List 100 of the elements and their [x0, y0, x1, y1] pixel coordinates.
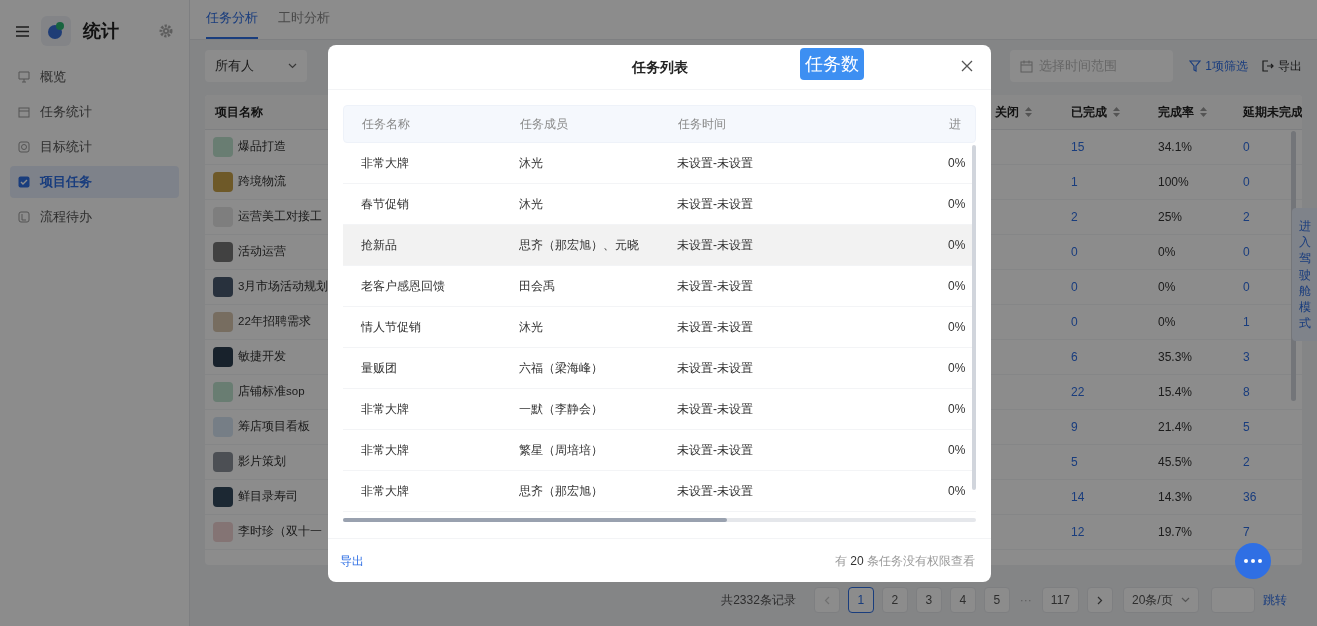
sort-icon[interactable]: [1113, 107, 1120, 117]
table-cell: 未设置-未设置: [677, 443, 753, 457]
next-page-button[interactable]: [1087, 587, 1113, 613]
count-link[interactable]: 0: [1243, 280, 1250, 294]
count-link[interactable]: 0: [1071, 280, 1078, 294]
count-link[interactable]: 14: [1071, 490, 1085, 504]
app-title: 统计: [83, 19, 119, 43]
owner-select[interactable]: 所有人: [205, 50, 307, 82]
project-name[interactable]: 3月市场活动规划: [238, 278, 329, 296]
sidebar-item[interactable]: 概览: [10, 61, 179, 93]
table-cell: 45.5%: [1158, 455, 1193, 469]
sidebar-item[interactable]: 项目任务: [10, 166, 179, 198]
table-cell: 繁星（周培培）: [519, 443, 603, 457]
settings-icon[interactable]: [159, 24, 173, 38]
sort-icon[interactable]: [1025, 107, 1032, 117]
tab[interactable]: 工时分析: [278, 7, 330, 39]
project-thumbnail: [213, 452, 233, 472]
monitor-icon: [18, 71, 30, 83]
table-cell: 沐光: [519, 320, 543, 334]
project-name[interactable]: 活动运营: [238, 243, 286, 261]
count-link[interactable]: 0: [1071, 245, 1078, 259]
count-link[interactable]: 1: [1071, 175, 1078, 189]
count-link[interactable]: 7: [1243, 525, 1250, 539]
count-link[interactable]: 3: [1243, 350, 1250, 364]
sidebar-item[interactable]: 目标统计: [10, 131, 179, 163]
column-header: 延期未完成: [1243, 104, 1302, 121]
page-button[interactable]: 2: [881, 587, 908, 613]
table-cell: 未设置-未设置: [677, 402, 753, 416]
count-link[interactable]: 2: [1243, 210, 1250, 224]
page-button[interactable]: 117: [1041, 587, 1079, 613]
calendar-icon: [18, 106, 30, 118]
page-button[interactable]: 3: [915, 587, 942, 613]
project-name[interactable]: 影片策划: [238, 453, 286, 471]
project-name[interactable]: 店铺标准sop: [238, 383, 305, 401]
table-cell: 21.4%: [1158, 420, 1193, 434]
sort-icon[interactable]: [1200, 107, 1207, 117]
tab[interactable]: 任务分析: [206, 7, 258, 39]
table-cell: 非常大牌: [361, 443, 409, 457]
table-cell: 非常大牌: [361, 484, 409, 498]
scrollbar[interactable]: [972, 145, 976, 490]
count-link[interactable]: 2: [1071, 210, 1078, 224]
count-link[interactable]: 5: [1243, 420, 1250, 434]
table-cell: 非常大牌: [361, 156, 409, 170]
project-name[interactable]: 李时珍（双十一: [238, 523, 322, 541]
table-cell: 未设置-未设置: [677, 238, 753, 252]
scrollbar[interactable]: [343, 518, 727, 522]
table-cell: 0%: [1158, 315, 1176, 329]
jump-link[interactable]: 跳转: [1263, 591, 1287, 609]
count-link[interactable]: 6: [1071, 350, 1078, 364]
count-link[interactable]: 0: [1243, 175, 1250, 189]
table-cell: 老客户感恩回馈: [361, 279, 445, 293]
count-link[interactable]: 22: [1071, 385, 1085, 399]
checkbox-icon: [18, 176, 30, 188]
previous-page-button[interactable]: [813, 587, 840, 613]
export-link[interactable]: 导出: [340, 551, 364, 570]
project-name[interactable]: 敏捷开发: [238, 348, 286, 366]
project-thumbnail: [213, 242, 233, 262]
sidebar-item[interactable]: 流程待办: [10, 201, 179, 233]
count-link[interactable]: 0: [1071, 315, 1078, 329]
more-fab[interactable]: [1235, 543, 1271, 579]
close-button[interactable]: [961, 59, 975, 73]
export-button[interactable]: 导出: [1262, 57, 1302, 75]
sidebar-item[interactable]: 任务统计: [10, 96, 179, 128]
calendar-icon: [1020, 59, 1034, 73]
table-cell: 沐光: [519, 197, 543, 211]
count-link[interactable]: 0: [1243, 245, 1250, 259]
count-link[interactable]: 9: [1071, 420, 1078, 434]
count-link[interactable]: 15: [1071, 140, 1085, 154]
table-cell: 0%: [948, 443, 966, 457]
table-cell: 0%: [948, 402, 966, 416]
table-cell: 未设置-未设置: [677, 484, 753, 498]
menu-icon[interactable]: [16, 25, 29, 37]
filter-button[interactable]: 1项筛选: [1189, 57, 1248, 75]
table-cell: 情人节促销: [361, 320, 421, 334]
project-thumbnail: [213, 347, 233, 367]
more-icon: [1244, 559, 1262, 563]
project-name[interactable]: 跨境物流: [238, 173, 286, 191]
project-name[interactable]: 鲜目录寿司: [238, 488, 298, 506]
table-cell: 量贩团: [361, 361, 397, 375]
count-link[interactable]: 1: [1243, 315, 1250, 329]
project-name[interactable]: 运营美工对接工: [238, 208, 322, 226]
page-button[interactable]: 5: [983, 587, 1010, 613]
cockpit-mode-tab[interactable]: 进入驾驶舱模式: [1292, 208, 1317, 342]
count-link[interactable]: 5: [1071, 455, 1078, 469]
project-name[interactable]: 筹店项目看板: [238, 418, 310, 436]
page-button[interactable]: 1: [847, 587, 874, 613]
count-link[interactable]: 36: [1243, 490, 1257, 504]
project-thumbnail: [213, 382, 233, 402]
flow-icon: [18, 211, 30, 223]
chevron-left-icon: [823, 595, 830, 605]
count-link[interactable]: 0: [1243, 140, 1250, 154]
page-button[interactable]: 4: [949, 587, 976, 613]
project-name[interactable]: 爆品打造: [238, 138, 286, 156]
count-link[interactable]: 12: [1071, 525, 1085, 539]
target-icon: [18, 141, 30, 153]
count-link[interactable]: 2: [1243, 455, 1250, 469]
count-link[interactable]: 8: [1243, 385, 1250, 399]
table-cell: 14.3%: [1158, 490, 1193, 504]
page-size-select[interactable]: 20条/页: [1123, 587, 1199, 613]
project-name[interactable]: 22年招聘需求: [238, 313, 311, 331]
